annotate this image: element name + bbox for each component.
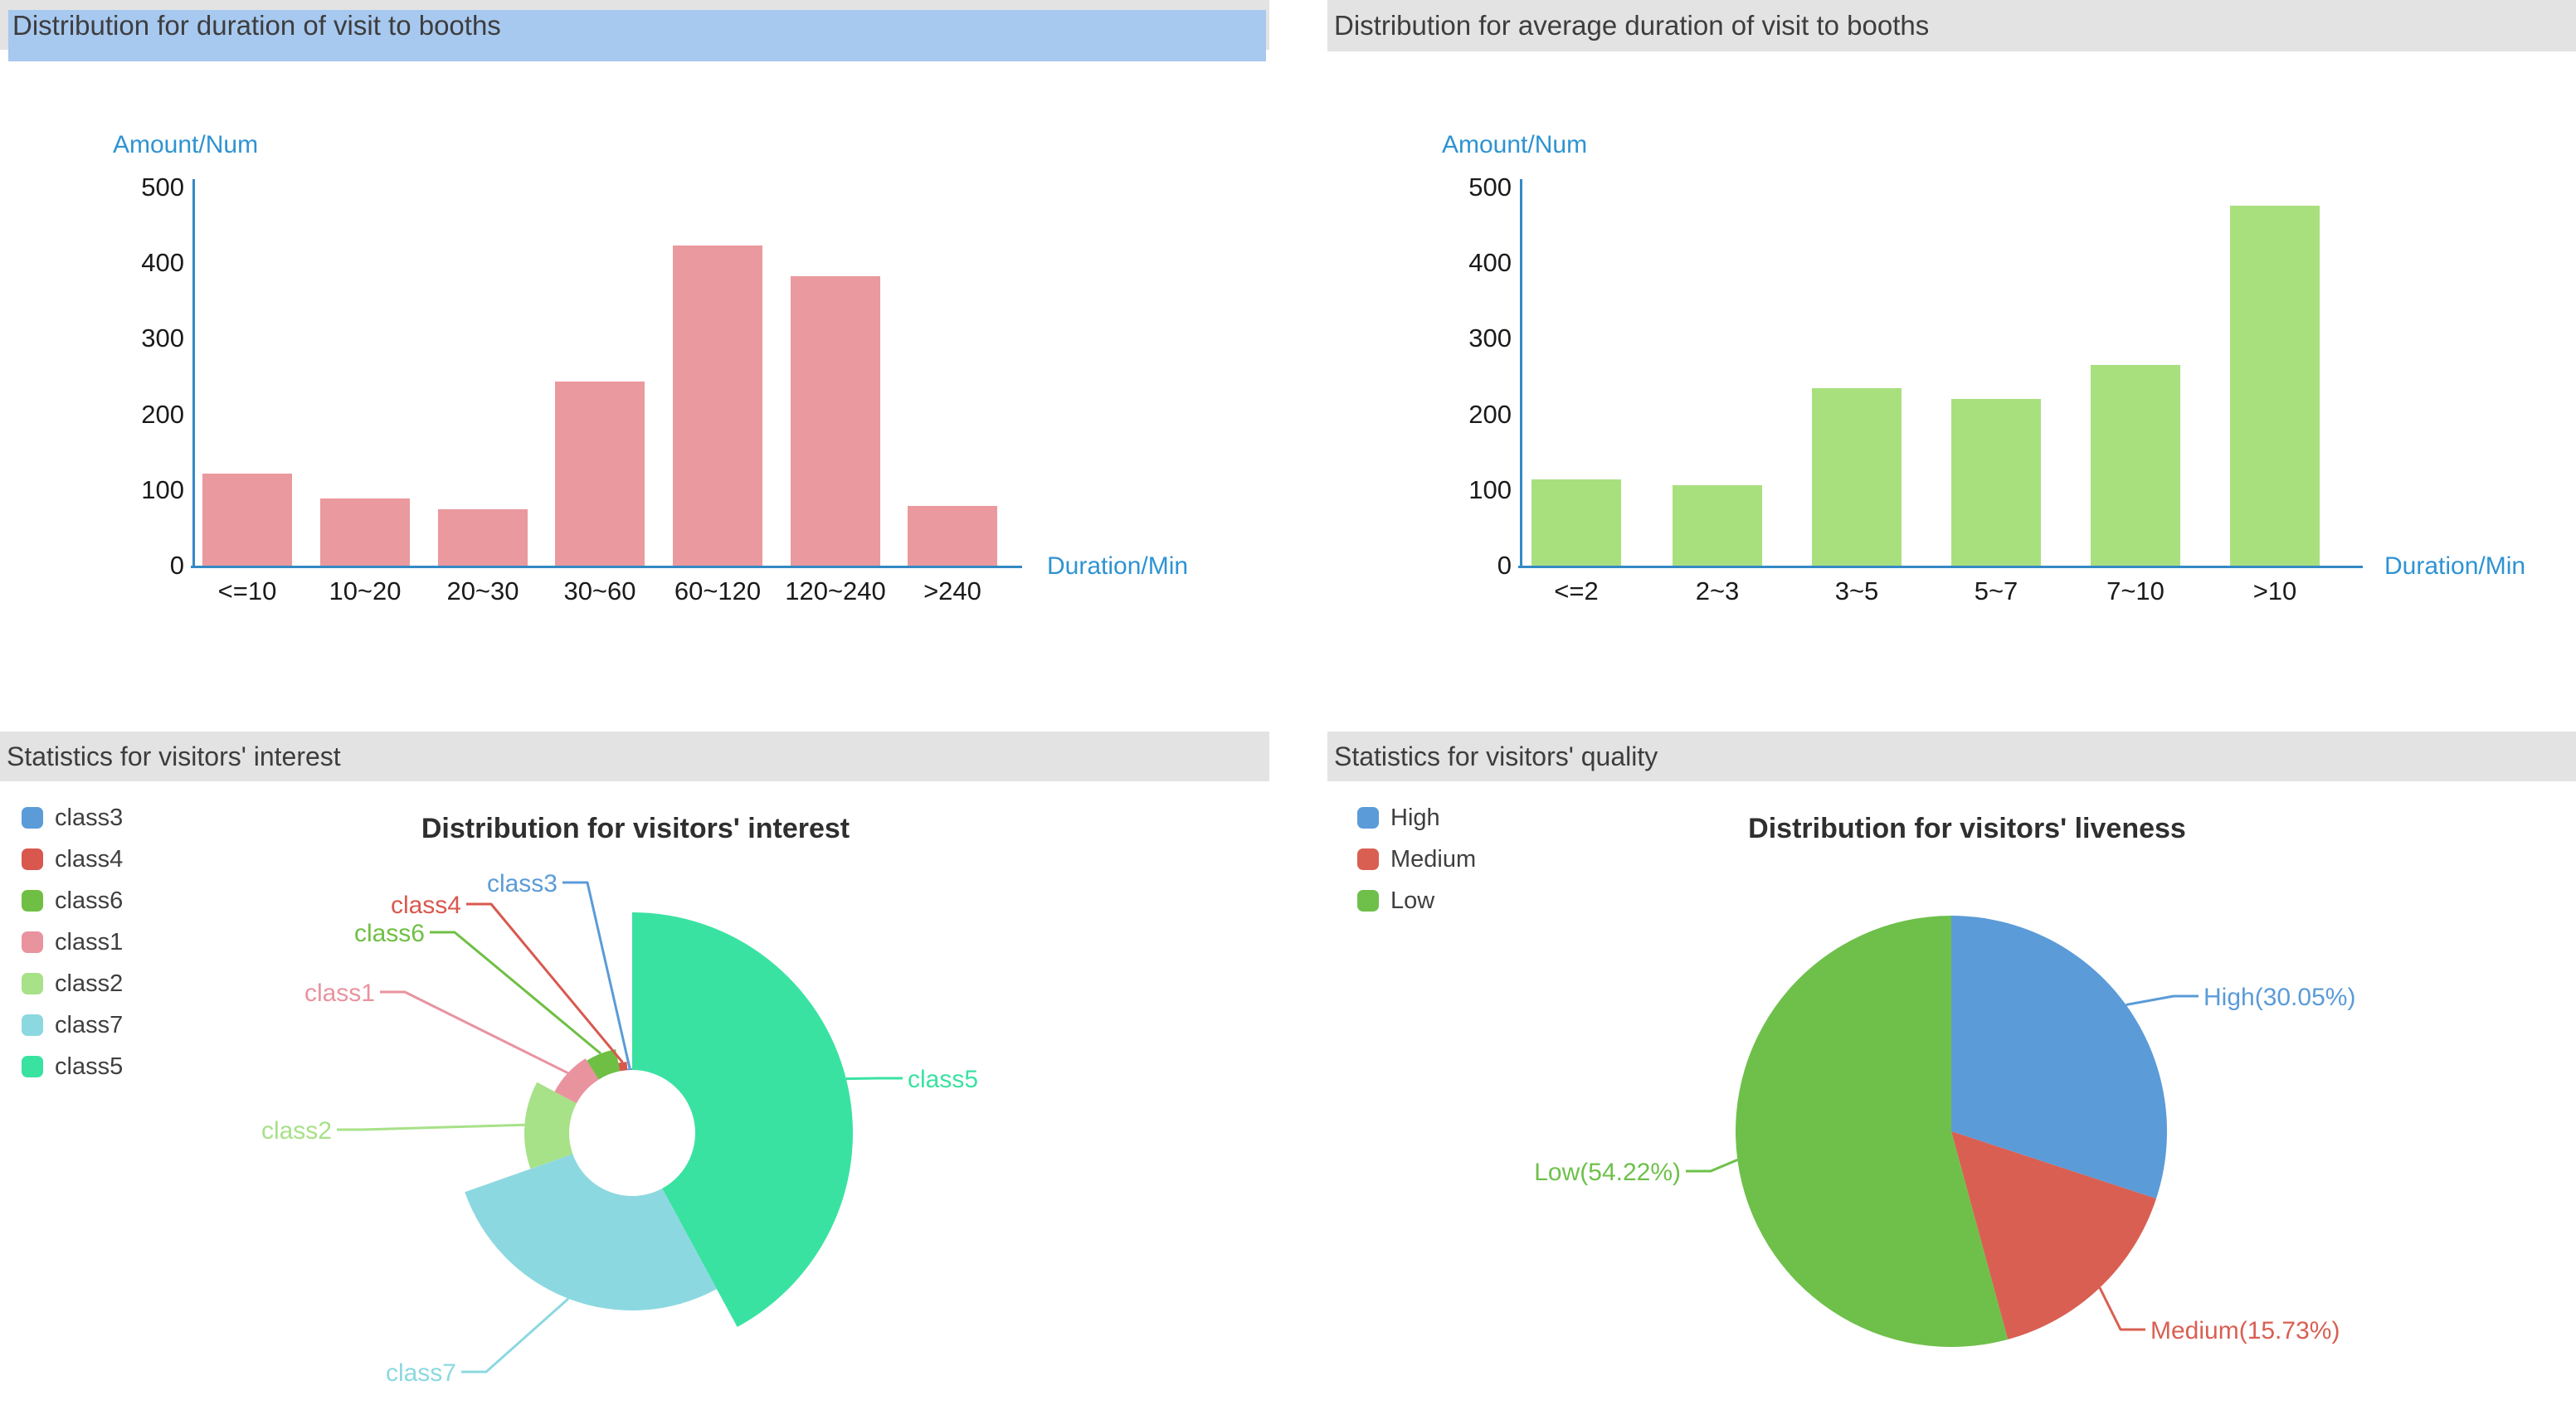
panel-titlebar-interest: Statistics for visitors' interest — [0, 732, 1269, 781]
legend-item-class1[interactable]: class1 — [22, 929, 123, 955]
legend-label: High — [1390, 805, 1440, 831]
legend-item-class6[interactable]: class6 — [22, 887, 123, 914]
panel-titlebar-quality: Statistics for visitors' quality — [1327, 732, 2576, 781]
legend-chip-class2 — [22, 973, 43, 994]
dashboard: Distribution for duration of visit to bo… — [0, 0, 2576, 1410]
legend-chip-class1 — [22, 931, 43, 953]
legend-chip-class6 — [22, 890, 43, 912]
panel-header-duration: Distribution for duration of visit to bo… — [0, 0, 1269, 51]
panel-header-avg-duration: Distribution for average duration of vis… — [1327, 0, 2576, 51]
legend-item-class3[interactable]: class3 — [22, 805, 123, 831]
legends: class3 class4 class6 class1 class2 class7 clas… — [0, 0, 2576, 1410]
legend-label: class1 — [55, 929, 123, 955]
legend-label: Low — [1390, 887, 1434, 914]
legend-label: class2 — [55, 970, 123, 997]
legend-chip-Low — [1357, 890, 1379, 912]
legend-label: class7 — [55, 1012, 123, 1038]
legend-item-class2[interactable]: class2 — [22, 970, 123, 997]
legend-chip-class3 — [22, 807, 43, 829]
panel-header-quality: Statistics for visitors' quality — [1327, 732, 2576, 781]
legend-label: class6 — [55, 887, 123, 914]
legend-chip-class5 — [22, 1056, 43, 1077]
legend-item-class5[interactable]: class5 — [22, 1053, 123, 1080]
legend-item-Low[interactable]: Low — [1357, 887, 1434, 914]
legend-item-High[interactable]: High — [1357, 805, 1440, 831]
legend-chip-High — [1357, 807, 1379, 829]
panel-titlebar-duration: Distribution for duration of visit to bo… — [0, 0, 1269, 50]
panel-titlebar-avg-duration: Distribution for average duration of vis… — [1327, 0, 2576, 51]
panel-header-interest: Statistics for visitors' interest — [0, 732, 1269, 781]
legend-item-class4[interactable]: class4 — [22, 846, 123, 873]
legend-label: Medium — [1390, 846, 1476, 873]
legend-chip-Medium — [1357, 848, 1379, 870]
legend-item-class7[interactable]: class7 — [22, 1012, 123, 1038]
legend-label: class3 — [55, 805, 123, 831]
legend-chip-class4 — [22, 848, 43, 870]
legend-item-Medium[interactable]: Medium — [1357, 846, 1476, 873]
legend-label: class5 — [55, 1053, 123, 1080]
legend-label: class4 — [55, 846, 123, 873]
legend-chip-class7 — [22, 1014, 43, 1036]
